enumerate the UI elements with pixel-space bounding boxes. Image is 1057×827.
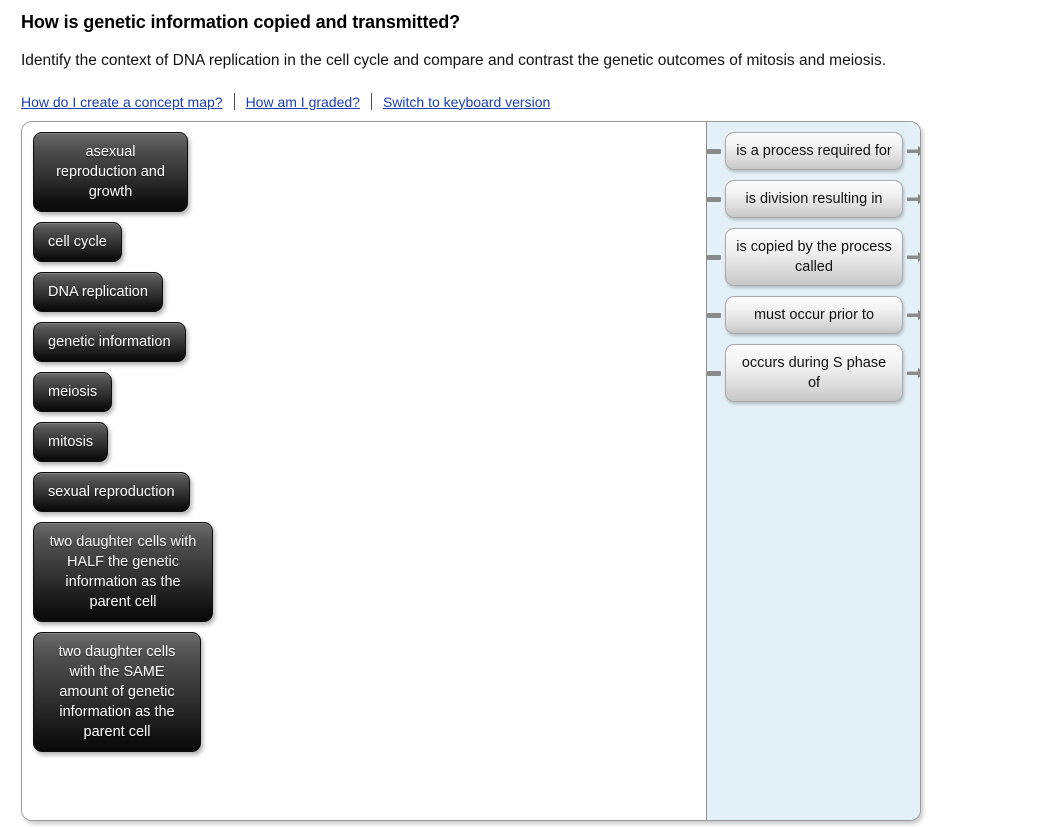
- link-separator: [233, 93, 235, 110]
- concept-box-two-daughter-cells-half[interactable]: two daughter cells with HALF the genetic…: [33, 522, 213, 622]
- concept-box-label: asexual reproduction and growth: [56, 144, 165, 200]
- concept-box-label: cell cycle: [48, 234, 107, 250]
- connector-stub-icon: [707, 196, 721, 202]
- linking-phrase-label: is division resulting in: [745, 191, 883, 207]
- connector-stub-icon: [707, 254, 721, 260]
- concept-box-two-daughter-cells-same[interactable]: two daughter cells with the SAME amount …: [33, 632, 201, 752]
- concept-box-label: DNA replication: [48, 284, 148, 300]
- concept-box-sexual-reproduction[interactable]: sexual reproduction: [33, 472, 190, 512]
- help-link-bar: How do I create a concept map? How am I …: [21, 92, 550, 111]
- linking-phrase-box-occurs-during-s-phase-of[interactable]: occurs during S phase of: [725, 344, 903, 402]
- linking-phrase-row: is division resulting in: [707, 180, 920, 218]
- linking-phrase-list: is a process required for is division re…: [707, 132, 920, 402]
- concept-box-asexual-reproduction-and-growth[interactable]: asexual reproduction and growth: [33, 132, 188, 212]
- concept-box-meiosis[interactable]: meiosis: [33, 372, 113, 412]
- arrow-right-icon: [907, 194, 920, 204]
- linking-phrase-box-is-copied-by-the-process-called[interactable]: is copied by the process called: [725, 228, 903, 286]
- concept-box-list: asexual reproduction and growth cell cyc…: [33, 132, 706, 752]
- concept-box-label: two daughter cells with HALF the genetic…: [49, 534, 197, 610]
- arrow-right-icon: [907, 310, 920, 320]
- linking-phrase-row: is copied by the process called: [707, 228, 920, 286]
- linking-phrase-row: must occur prior to: [707, 296, 920, 334]
- concept-canvas-panel[interactable]: asexual reproduction and growth cell cyc…: [22, 122, 706, 820]
- linking-phrase-label: is copied by the process called: [736, 239, 892, 275]
- arrow-right-icon: [907, 146, 920, 156]
- arrow-right-icon: [907, 368, 920, 378]
- concept-box-genetic-information[interactable]: genetic information: [33, 322, 186, 362]
- link-how-do-i-create-a-concept-map[interactable]: How do I create a concept map?: [21, 94, 223, 110]
- link-switch-to-keyboard-version[interactable]: Switch to keyboard version: [383, 94, 550, 110]
- connector-stub-icon: [707, 370, 721, 376]
- concept-box-mitosis[interactable]: mitosis: [33, 422, 109, 462]
- linking-phrase-label: occurs during S phase of: [741, 355, 887, 391]
- arrow-right-icon: [907, 252, 920, 262]
- linking-phrase-box-must-occur-prior-to[interactable]: must occur prior to: [725, 296, 903, 334]
- concept-box-label: two daughter cells with the SAME amount …: [58, 644, 176, 740]
- linking-phrase-label: must occur prior to: [753, 307, 875, 323]
- concept-box-dna-replication[interactable]: DNA replication: [33, 272, 163, 312]
- page-subtitle: Identify the context of DNA replication …: [21, 52, 887, 69]
- concept-map-container: asexual reproduction and growth cell cyc…: [21, 121, 921, 821]
- page-title: How is genetic information copied and tr…: [21, 12, 461, 32]
- concept-box-label: meiosis: [48, 384, 98, 400]
- link-how-am-i-graded[interactable]: How am I graded?: [246, 94, 360, 110]
- concept-box-label: genetic information: [48, 334, 171, 350]
- concept-box-label: sexual reproduction: [48, 484, 175, 500]
- connector-stub-icon: [707, 312, 721, 318]
- linking-phrase-box-is-a-process-required-for[interactable]: is a process required for: [725, 132, 903, 170]
- concept-box-cell-cycle[interactable]: cell cycle: [33, 222, 122, 262]
- linking-phrase-row: is a process required for: [707, 132, 920, 170]
- linking-phrase-label: is a process required for: [736, 143, 892, 159]
- linking-phrase-box-is-division-resulting-in[interactable]: is division resulting in: [725, 180, 903, 218]
- linking-phrase-panel[interactable]: is a process required for is division re…: [706, 122, 920, 820]
- linking-phrase-row: occurs during S phase of: [707, 344, 920, 402]
- connector-stub-icon: [707, 148, 721, 154]
- concept-box-label: mitosis: [48, 434, 94, 450]
- link-separator: [370, 93, 372, 110]
